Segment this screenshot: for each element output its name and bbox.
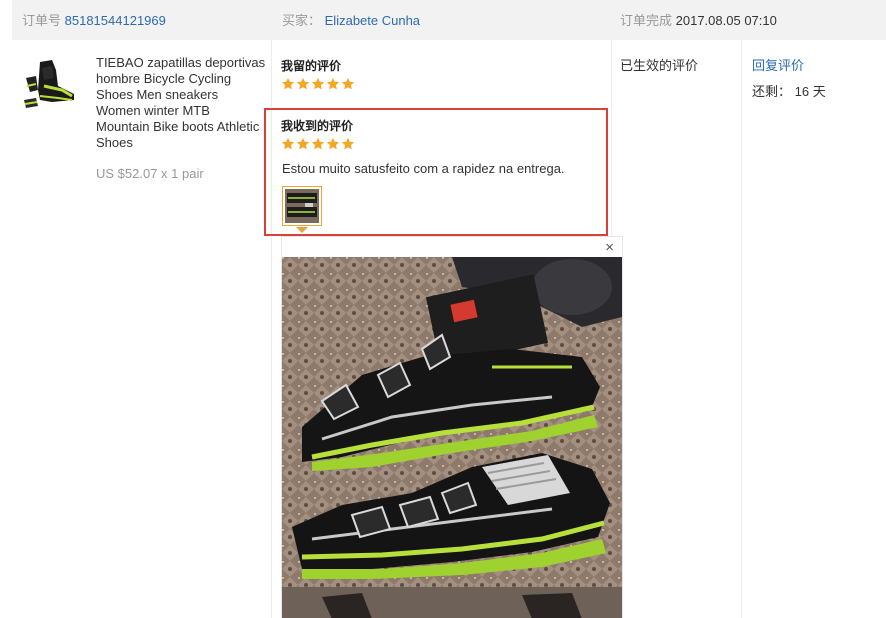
order-number-field: 订单号 85181544121969 (22, 10, 166, 29)
photo-viewer: × (281, 236, 623, 618)
received-review-rating (281, 137, 355, 151)
order-number-link[interactable]: 85181544121969 (65, 13, 166, 28)
order-header: 订单号 85181544121969 买家： Elizabete Cunha 订… (12, 0, 886, 40)
reply-review-link[interactable]: 回复评价 (752, 55, 804, 74)
star-icon (296, 77, 310, 90)
star-icon (281, 137, 295, 150)
thumbnail-active-caret (296, 227, 308, 233)
star-icon (311, 77, 325, 90)
order-number-label: 订单号 (22, 13, 62, 28)
order-completed-time: 2017.08.05 07:10 (675, 13, 777, 28)
review-photo-large (282, 257, 622, 618)
remaining-label: 还剩： (752, 84, 792, 99)
star-icon (311, 137, 325, 150)
buyer-field: 买家： Elizabete Cunha (282, 10, 420, 29)
star-icon (281, 77, 295, 90)
star-icon (326, 137, 340, 150)
product-title-link[interactable]: TIEBAO zapatillas deportivas hombre Bicy… (96, 55, 266, 151)
effective-review-status: 已生效的评价 (620, 58, 699, 73)
order-completed-field: 订单完成 2017.08.05 07:10 (620, 10, 777, 29)
product-thumbnail[interactable] (22, 56, 82, 112)
review-photo-thumbnail-image (285, 189, 319, 223)
star-icon (326, 77, 340, 90)
buyer-name-link[interactable]: Elizabete Cunha (325, 13, 420, 28)
remaining-time: 还剩： 16 天 (752, 81, 826, 100)
remaining-value: 16 天 (794, 84, 826, 99)
received-review-title: 我收到的评价 (281, 119, 354, 133)
my-review-title: 我留的评价 (281, 59, 342, 73)
review-photo-thumbnail[interactable] (282, 186, 322, 226)
star-icon (341, 77, 355, 90)
order-completed-label: 订单完成 (620, 13, 673, 28)
my-review-rating (281, 77, 355, 91)
received-review-text: Estou muito satusfeito com a rapidez na … (282, 161, 565, 176)
close-icon[interactable]: × (605, 240, 614, 256)
star-icon (341, 137, 355, 150)
buyer-label: 买家： (282, 13, 322, 28)
product-price: US $52.07 x 1 pair (96, 166, 204, 181)
star-icon (296, 137, 310, 150)
column-divider (741, 40, 742, 618)
